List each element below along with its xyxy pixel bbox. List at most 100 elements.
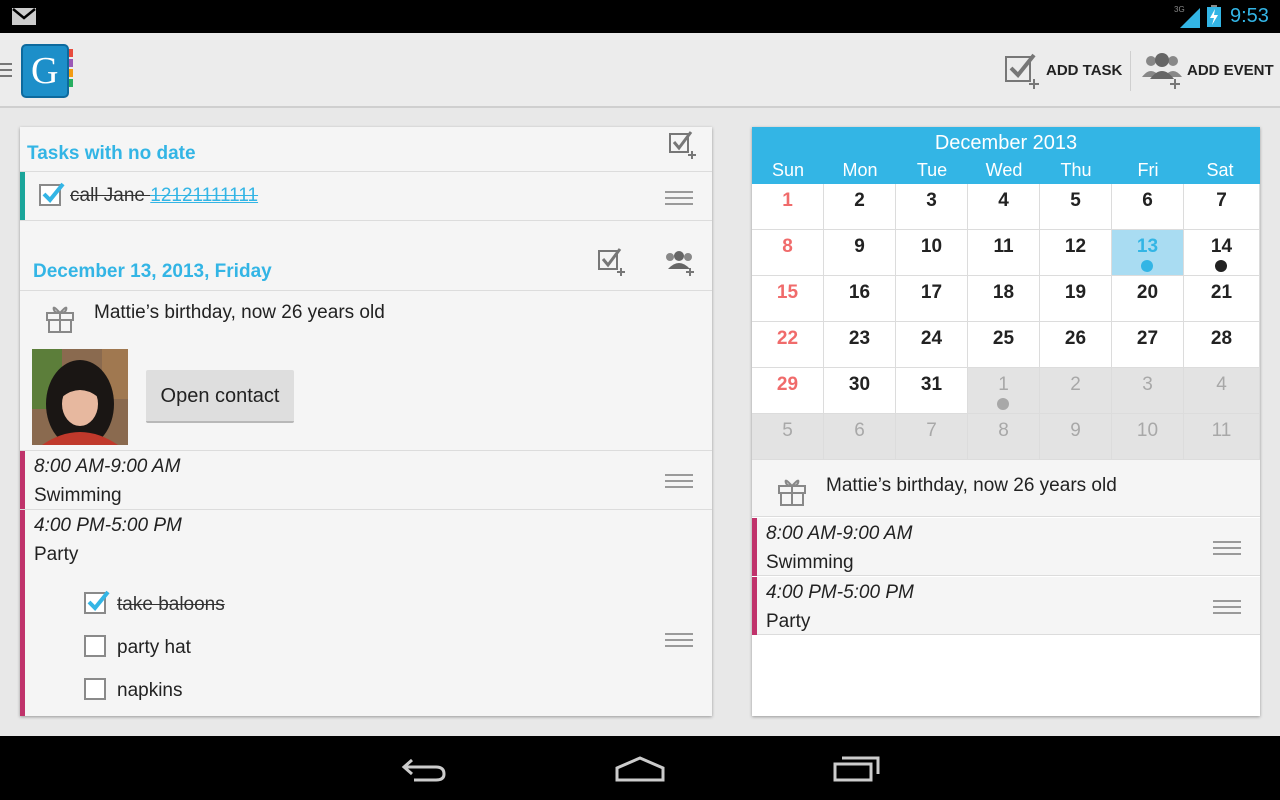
calendar-day-selected[interactable]: 13 bbox=[1112, 230, 1184, 276]
calendar-day[interactable]: 17 bbox=[896, 276, 968, 322]
day-section-title: December 13, 2013, Friday bbox=[33, 261, 272, 282]
app-logo-letter: G bbox=[31, 50, 59, 92]
calendar-day[interactable]: 14 bbox=[1184, 230, 1260, 276]
subtask-checkbox[interactable] bbox=[84, 635, 106, 657]
calendar-day[interactable]: 1 bbox=[752, 184, 824, 230]
event-row[interactable]: 8:00 AM-9:00 AM Swimming bbox=[20, 451, 712, 509]
calendar-day[interactable]: 21 bbox=[1184, 276, 1260, 322]
calendar-day-number: 14 bbox=[1210, 236, 1233, 257]
event-row[interactable]: 8:00 AM-9:00 AM Swimming bbox=[752, 518, 1260, 576]
weekday-label: Tue bbox=[916, 160, 948, 180]
home-icon[interactable] bbox=[614, 756, 666, 782]
calendar-day[interactable]: 24 bbox=[896, 322, 968, 368]
calendar-day[interactable]: 20 bbox=[1112, 276, 1184, 322]
add-event-button[interactable]: ADD EVENT bbox=[1141, 50, 1274, 90]
event-row[interactable]: 4:00 PM-5:00 PM Party bbox=[752, 577, 1260, 635]
calendar-day-other-month[interactable]: 3 bbox=[1112, 368, 1184, 414]
calendar-day[interactable]: 8 bbox=[752, 230, 824, 276]
calendar-day[interactable]: 11 bbox=[968, 230, 1040, 276]
subtask-item[interactable]: take baloons bbox=[84, 590, 384, 620]
calendar-day[interactable]: 22 bbox=[752, 322, 824, 368]
calendar-day-other-month[interactable]: 6 bbox=[824, 414, 896, 460]
calendar-day[interactable]: 18 bbox=[968, 276, 1040, 322]
birthday-row[interactable]: Mattie’s birthday, now 26 years old bbox=[752, 460, 1260, 517]
calendar-day[interactable]: 10 bbox=[896, 230, 968, 276]
event-time: 8:00 AM-9:00 AM bbox=[34, 456, 181, 477]
calendar-day-other-month[interactable]: 4 bbox=[1184, 368, 1260, 414]
calendar-day[interactable]: 28 bbox=[1184, 322, 1260, 368]
calendar-day[interactable]: 9 bbox=[824, 230, 896, 276]
contact-photo bbox=[32, 349, 128, 445]
calendar-day[interactable]: 27 bbox=[1112, 322, 1184, 368]
add-task-label: ADD TASK bbox=[1046, 61, 1123, 79]
event-name: Party bbox=[34, 544, 79, 565]
calendar-day-other-month[interactable]: 7 bbox=[896, 414, 968, 460]
open-contact-button[interactable]: Open contact bbox=[146, 370, 294, 423]
add-task-small-icon[interactable] bbox=[597, 247, 627, 277]
calendar-day-other-month[interactable]: 11 bbox=[1184, 414, 1260, 460]
subtask-item[interactable]: napkins bbox=[84, 676, 384, 706]
event-accent-bar bbox=[752, 518, 757, 576]
contact-photo-image bbox=[32, 349, 128, 445]
calendar-day-other-month[interactable]: 1 bbox=[968, 368, 1040, 414]
task-checkbox[interactable] bbox=[39, 182, 65, 206]
calendar-day[interactable]: 4 bbox=[968, 184, 1040, 230]
calendar-day[interactable]: 7 bbox=[1184, 184, 1260, 230]
calendar-day-other-month[interactable]: 5 bbox=[752, 414, 824, 460]
task-row[interactable]: call Jane 12121111111 bbox=[20, 172, 712, 220]
calendar-day[interactable]: 3 bbox=[896, 184, 968, 230]
weekday-label: Thu bbox=[1060, 160, 1092, 180]
calendar-day[interactable]: 31 bbox=[896, 368, 968, 414]
app-logo[interactable]: G bbox=[20, 43, 78, 101]
calendar-header: December 2013 Sun Mon Tue Wed Thu Fri Sa… bbox=[752, 127, 1260, 184]
calendar-day[interactable]: 15 bbox=[752, 276, 824, 322]
add-task-button[interactable]: ADD TASK bbox=[1004, 50, 1122, 90]
drag-handle-icon[interactable] bbox=[665, 633, 693, 647]
gmail-notification-icon bbox=[12, 8, 36, 25]
event-row[interactable]: 4:00 PM-5:00 PM Party take baloons party… bbox=[20, 510, 712, 716]
subtask-item[interactable]: party hat bbox=[84, 633, 384, 663]
calendar-day[interactable]: 26 bbox=[1040, 322, 1112, 368]
calendar-day[interactable]: 30 bbox=[824, 368, 896, 414]
event-time: 8:00 AM-9:00 AM bbox=[766, 523, 913, 544]
weekday-label: Sat bbox=[1206, 160, 1234, 180]
drag-handle-icon[interactable] bbox=[1213, 600, 1241, 614]
subtask-checkbox[interactable] bbox=[84, 590, 110, 614]
calendar-day[interactable]: 25 bbox=[968, 322, 1040, 368]
subtask-checkbox[interactable] bbox=[84, 678, 106, 700]
action-divider bbox=[1130, 51, 1131, 91]
drawer-menu-icon[interactable] bbox=[0, 62, 12, 78]
calendar-day-number: 13 bbox=[1136, 236, 1159, 257]
weekday-label: Mon bbox=[842, 160, 878, 180]
event-dot bbox=[1141, 260, 1153, 272]
add-task-small-icon[interactable] bbox=[668, 130, 698, 160]
subtask-label: napkins bbox=[117, 680, 183, 701]
calendar-day-other-month[interactable]: 9 bbox=[1040, 414, 1112, 460]
calendar-day-other-month[interactable]: 2 bbox=[1040, 368, 1112, 414]
add-event-small-icon[interactable] bbox=[662, 249, 696, 277]
svg-text:3G: 3G bbox=[1174, 5, 1185, 14]
add-task-icon bbox=[1005, 53, 1039, 89]
back-icon[interactable] bbox=[400, 756, 448, 782]
calendar-day[interactable]: 6 bbox=[1112, 184, 1184, 230]
calendar-day[interactable]: 2 bbox=[824, 184, 896, 230]
drag-handle-icon[interactable] bbox=[665, 474, 693, 488]
calendar-day[interactable]: 29 bbox=[752, 368, 824, 414]
task-phone-link[interactable]: 12121111111 bbox=[150, 185, 258, 206]
add-event-label: ADD EVENT bbox=[1187, 61, 1274, 79]
calendar-day[interactable]: 23 bbox=[824, 322, 896, 368]
calendar-day-other-month[interactable]: 10 bbox=[1112, 414, 1184, 460]
calendar-day[interactable]: 5 bbox=[1040, 184, 1112, 230]
tasks-no-date-title: Tasks with no date bbox=[27, 143, 196, 164]
drag-handle-icon[interactable] bbox=[1213, 541, 1241, 555]
recent-apps-icon[interactable] bbox=[832, 754, 882, 782]
checkmark-icon bbox=[42, 182, 65, 203]
calendar-day[interactable]: 16 bbox=[824, 276, 896, 322]
calendar-month-title[interactable]: December 2013 bbox=[752, 132, 1260, 155]
calendar-day-other-month[interactable]: 8 bbox=[968, 414, 1040, 460]
calendar-day[interactable]: 12 bbox=[1040, 230, 1112, 276]
signal-3g-icon: 3G bbox=[1174, 5, 1200, 28]
calendar-day[interactable]: 19 bbox=[1040, 276, 1112, 322]
clock: 9:53 bbox=[1230, 5, 1269, 27]
drag-handle-icon[interactable] bbox=[665, 191, 693, 205]
